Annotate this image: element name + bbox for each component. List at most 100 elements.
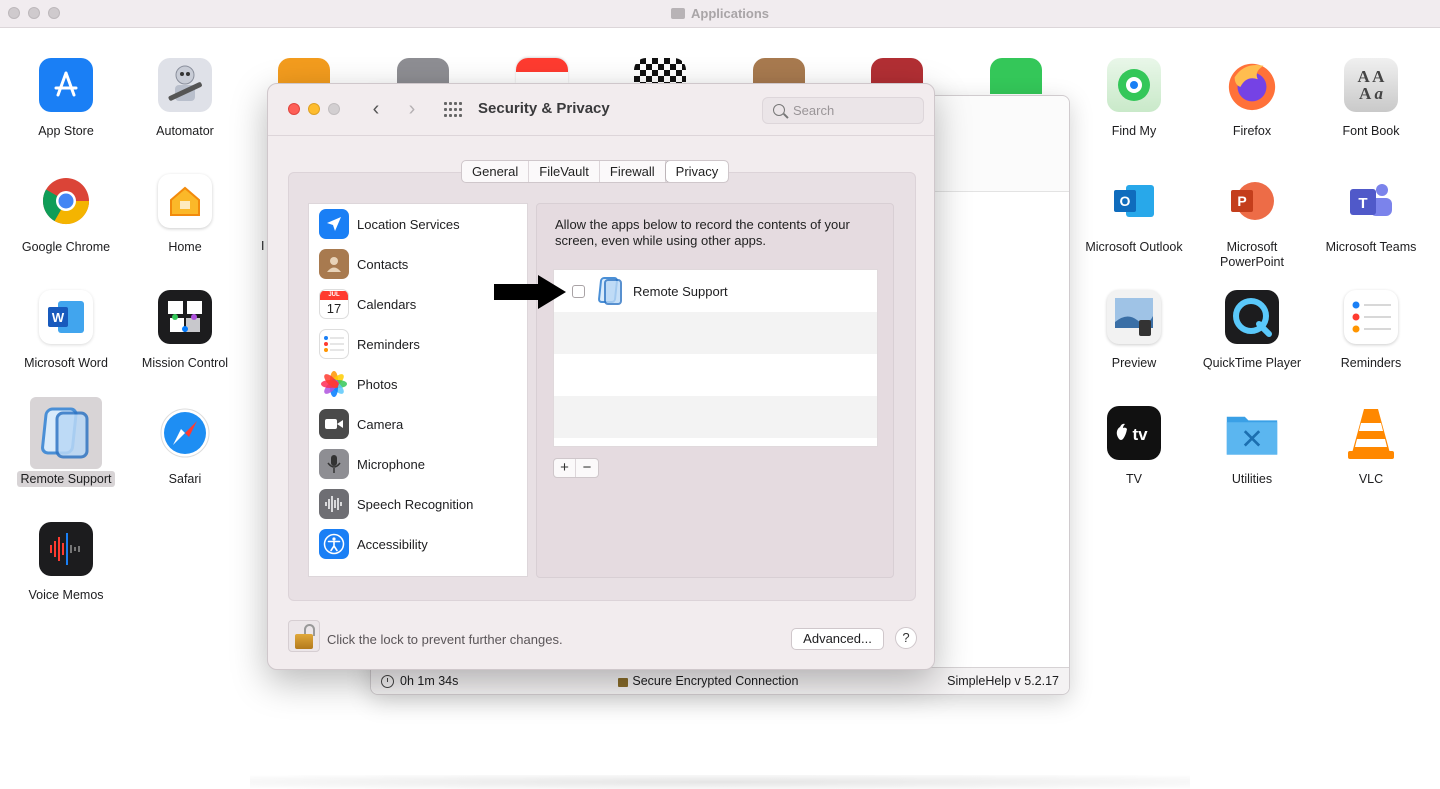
calendar-app-icon: [516, 58, 568, 84]
advanced-button[interactable]: Advanced...: [791, 628, 884, 650]
remote-support-checkbox[interactable]: [572, 284, 585, 298]
teams-icon: T: [1344, 174, 1398, 228]
app-tv[interactable]: tv TV: [1075, 406, 1193, 487]
permission-description: Allow the apps below to record the conte…: [555, 217, 850, 248]
back-chevron-icon[interactable]: ‹: [366, 98, 386, 121]
list-item[interactable]: Remote Support: [554, 270, 877, 312]
add-app-button[interactable]: +: [554, 459, 576, 477]
books-icon: [278, 58, 330, 84]
tab-privacy[interactable]: Privacy: [665, 161, 729, 182]
window-controls[interactable]: [288, 103, 340, 115]
app-find-my[interactable]: Find My: [1075, 58, 1193, 139]
voice-memos-icon: [39, 522, 93, 576]
facetime-icon: [990, 58, 1042, 94]
empty-row: [554, 312, 877, 354]
tab-filevault[interactable]: FileVault: [529, 161, 600, 182]
finder-title: Applications: [0, 6, 1440, 21]
app-microsoft-teams[interactable]: T Microsoft Teams: [1312, 174, 1430, 255]
app-voice-memos[interactable]: Voice Memos: [7, 522, 125, 603]
tab-general[interactable]: General: [462, 161, 530, 182]
app-store-icon: [39, 58, 93, 112]
remove-app-button[interactable]: −: [576, 459, 598, 477]
app-google-chrome[interactable]: Google Chrome: [7, 174, 125, 255]
screen-recording-panel: Allow the apps below to record the conte…: [536, 203, 894, 578]
tab-firewall[interactable]: Firewall: [600, 161, 666, 182]
microphone-icon: [319, 449, 349, 479]
dictionary-icon: [871, 58, 923, 84]
sidebar-item-microphone[interactable]: Microphone: [309, 444, 527, 484]
close-button[interactable]: [288, 103, 300, 115]
quicktime-icon: [1225, 290, 1279, 344]
security-privacy-window: ‹ › Security & Privacy Search General Fi…: [267, 83, 935, 670]
app-microsoft-powerpoint[interactable]: P Microsoft PowerPoint: [1193, 174, 1311, 270]
svg-text:O: O: [1120, 193, 1131, 209]
sidebar-item-accessibility[interactable]: Accessibility: [309, 524, 527, 564]
reminders-icon: [319, 329, 349, 359]
search-icon: [773, 104, 785, 116]
utilities-folder-icon: [1225, 406, 1279, 460]
find-my-icon: [1107, 58, 1161, 112]
home-icon: [158, 174, 212, 228]
minimize-button[interactable]: [308, 103, 320, 115]
connection-status: Secure Encrypted Connection: [632, 674, 799, 688]
empty-row: [554, 354, 877, 396]
outlook-icon: O: [1107, 174, 1161, 228]
zoom-button[interactable]: [328, 103, 340, 115]
app-preview[interactable]: Preview: [1075, 290, 1193, 371]
secure-lock-icon: [618, 677, 629, 687]
lock-hint-text: Click the lock to prevent further change…: [327, 632, 563, 647]
font-book-icon: A AA a: [1344, 58, 1398, 112]
window-title: Security & Privacy: [478, 100, 610, 117]
sidebar-item-camera[interactable]: Camera: [309, 404, 527, 444]
photos-icon: [319, 369, 349, 399]
camera-icon: [319, 409, 349, 439]
app-mission-control[interactable]: Mission Control: [126, 290, 244, 371]
svg-text:W: W: [52, 310, 65, 325]
accessibility-icon: [319, 529, 349, 559]
show-all-grid-icon[interactable]: [444, 102, 462, 118]
app-microsoft-word[interactable]: W Microsoft Word: [7, 290, 125, 371]
mission-control-icon: [158, 290, 212, 344]
preview-icon: [1107, 290, 1161, 344]
speech-icon: [319, 489, 349, 519]
app-microsoft-outlook[interactable]: O Microsoft Outlook: [1075, 174, 1193, 255]
sidebar-item-reminders[interactable]: Reminders: [309, 324, 527, 364]
app-utilities[interactable]: Utilities: [1193, 406, 1311, 487]
svg-text:tv: tv: [1132, 425, 1148, 444]
app-app-store[interactable]: App Store: [7, 58, 125, 139]
sidebar-item-photos[interactable]: Photos: [309, 364, 527, 404]
svg-text:T: T: [1358, 195, 1367, 212]
partial-app-label: I: [261, 239, 265, 253]
search-input[interactable]: Search: [762, 97, 924, 124]
app-font-book[interactable]: A AA a Font Book: [1312, 58, 1430, 139]
finder-titlebar: Applications: [0, 0, 1440, 28]
app-remote-support[interactable]: Remote Support: [7, 397, 125, 487]
remote-support-icon: [39, 406, 93, 460]
location-icon: [319, 209, 349, 239]
help-button[interactable]: ?: [895, 627, 917, 649]
sidebar-item-speech-recognition[interactable]: Speech Recognition: [309, 484, 527, 524]
search-placeholder: Search: [793, 103, 835, 118]
app-safari[interactable]: Safari: [126, 406, 244, 487]
firefox-icon: [1225, 58, 1279, 112]
remote-support-app-icon: [597, 276, 623, 306]
pointer-arrow-icon: [494, 275, 566, 309]
contacts-app-icon: [753, 58, 805, 84]
window-shadow: [250, 775, 1190, 789]
forward-chevron-icon[interactable]: ›: [402, 98, 422, 121]
sidebar-item-location-services[interactable]: Location Services: [309, 204, 527, 244]
automator-icon: [158, 58, 212, 112]
contacts-icon: [319, 249, 349, 279]
app-vlc[interactable]: VLC: [1312, 406, 1430, 487]
app-firefox[interactable]: Firefox: [1193, 58, 1311, 139]
svg-text:P: P: [1237, 193, 1246, 209]
app-quicktime-player[interactable]: QuickTime Player: [1193, 290, 1311, 371]
simplehelp-status-bar: 0h 1m 34s Secure Encrypted Connection Si…: [371, 667, 1069, 694]
app-home[interactable]: Home: [126, 174, 244, 255]
chess-icon: [634, 58, 686, 84]
version-label: SimpleHelp v 5.2.17: [947, 674, 1059, 688]
app-automator[interactable]: Automator: [126, 58, 244, 139]
session-timer: 0h 1m 34s: [400, 674, 459, 688]
app-reminders[interactable]: Reminders: [1312, 290, 1430, 371]
lock-icon[interactable]: [288, 620, 320, 652]
